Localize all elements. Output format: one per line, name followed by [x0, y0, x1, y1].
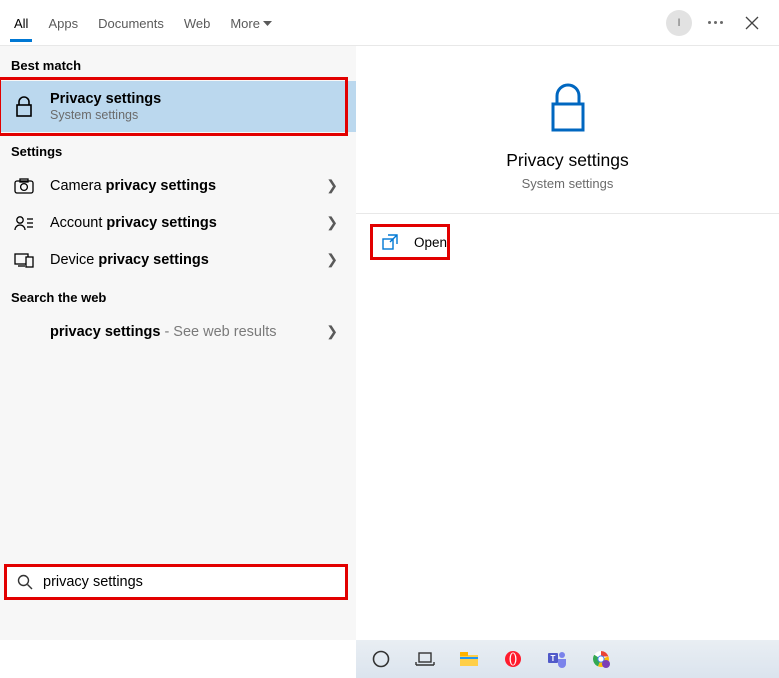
settings-item-label: Account privacy settings — [50, 215, 326, 231]
tab-documents[interactable]: Documents — [98, 4, 164, 41]
main-area: Best match Privacy settings System setti… — [0, 46, 779, 640]
chevron-right-icon: ❯ — [326, 214, 344, 231]
settings-item-label: Camera privacy settings — [50, 178, 326, 194]
more-options-icon[interactable] — [708, 21, 723, 24]
search-bar[interactable] — [4, 564, 348, 600]
top-bar: All Apps Documents Web More I — [0, 0, 779, 46]
user-avatar[interactable]: I — [666, 10, 692, 36]
search-tabs: All Apps Documents Web More — [14, 4, 272, 41]
tab-all[interactable]: All — [14, 4, 28, 41]
taskbar-taskview-icon[interactable] — [414, 648, 436, 670]
tab-more[interactable]: More — [230, 4, 272, 41]
taskbar-chrome-icon[interactable] — [590, 648, 612, 670]
taskbar-opera-icon[interactable] — [502, 648, 524, 670]
best-match-sub: System settings — [50, 108, 344, 122]
chevron-down-icon — [263, 21, 272, 27]
web-result-privacy-settings[interactable]: privacy settings - See web results ❯ — [0, 313, 356, 350]
lock-icon — [356, 80, 779, 136]
lock-icon — [12, 96, 36, 118]
search-icon — [17, 574, 33, 590]
device-icon — [12, 252, 36, 268]
web-result-label: privacy settings - See web results — [50, 324, 326, 340]
results-panel: Best match Privacy settings System setti… — [0, 46, 356, 640]
settings-item-camera-privacy[interactable]: Camera privacy settings ❯ — [0, 167, 356, 204]
chevron-right-icon: ❯ — [326, 323, 344, 340]
best-match-labels: Privacy settings System settings — [50, 91, 344, 122]
taskbar-explorer-icon[interactable] — [458, 648, 480, 670]
chevron-right-icon: ❯ — [326, 251, 344, 268]
open-label: Open — [414, 235, 447, 250]
open-icon — [382, 234, 402, 250]
open-action[interactable]: Open — [362, 220, 467, 264]
search-input[interactable] — [43, 574, 335, 590]
settings-item-account-privacy[interactable]: Account privacy settings ❯ — [0, 204, 356, 241]
taskbar-teams-icon[interactable]: T — [546, 648, 568, 670]
account-icon — [12, 215, 36, 231]
settings-item-device-privacy[interactable]: Device privacy settings ❯ — [0, 241, 356, 278]
tab-web[interactable]: Web — [184, 4, 211, 41]
settings-item-label: Device privacy settings — [50, 252, 326, 268]
section-best-match: Best match — [0, 46, 356, 81]
section-settings: Settings — [0, 132, 356, 167]
taskbar: T — [356, 640, 779, 678]
taskbar-cortana-icon[interactable] — [370, 648, 392, 670]
chevron-right-icon: ❯ — [326, 177, 344, 194]
preview-sub: System settings — [356, 176, 779, 191]
camera-icon — [12, 178, 36, 194]
tab-apps[interactable]: Apps — [48, 4, 78, 41]
section-search-web: Search the web — [0, 278, 356, 313]
tab-more-label: More — [230, 16, 260, 31]
best-match-title: Privacy settings — [50, 91, 161, 107]
preview-title: Privacy settings — [356, 150, 779, 171]
svg-text:T: T — [551, 654, 556, 663]
close-button[interactable] — [739, 12, 765, 34]
preview-header: Privacy settings System settings — [356, 46, 779, 214]
top-right-controls: I — [666, 10, 765, 36]
best-match-privacy-settings[interactable]: Privacy settings System settings — [0, 81, 356, 132]
preview-panel: Privacy settings System settings Open — [356, 46, 779, 640]
